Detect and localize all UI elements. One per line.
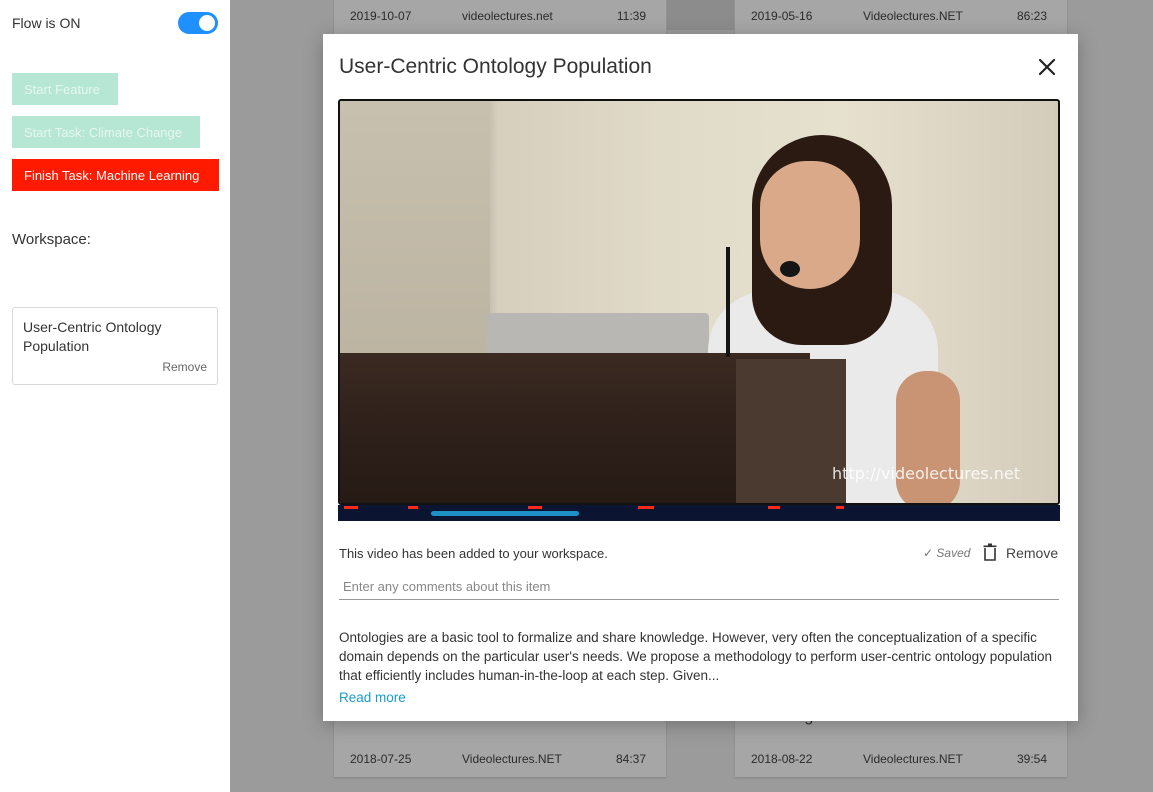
result-card-date: 2018-08-22	[751, 752, 813, 766]
result-card-source: Videolectures.NET	[863, 9, 963, 23]
comments-input[interactable]	[339, 574, 1059, 600]
flow-toggle-knob	[199, 15, 215, 31]
start-task-button[interactable]: Start Task: Climate Change	[12, 116, 200, 148]
video-frame-microphone	[780, 261, 800, 277]
flow-status-label: Flow is ON	[12, 15, 81, 31]
workspace-item-title: User-Centric Ontology Population	[23, 319, 162, 354]
result-card-meta: 2019-10-07 videolectures.net 11:39	[334, 0, 666, 34]
result-card-duration: 39:54	[1016, 752, 1047, 766]
timeline-marker	[344, 506, 358, 509]
timeline-progress-bar[interactable]	[431, 511, 579, 516]
result-card-source: Videolectures.NET	[863, 752, 963, 766]
start-feature-button[interactable]: Start Feature	[12, 73, 118, 105]
video-watermark: http://videolectures.net	[832, 464, 1020, 483]
result-card-meta: 2019-05-16 Videolectures.NET 86:23	[735, 0, 1067, 34]
remove-label: Remove	[1006, 545, 1059, 561]
result-card-source: Videolectures.NET	[462, 752, 562, 766]
video-player[interactable]: http://videolectures.net	[338, 99, 1060, 505]
timeline-marker	[528, 506, 542, 509]
workspace-heading: Workspace:	[12, 231, 91, 248]
result-card-source: videolectures.net	[462, 9, 553, 23]
result-card-meta: 2018-08-22 Videolectures.NET 39:54	[735, 741, 1067, 777]
result-card[interactable]: 2019-05-16 Videolectures.NET 86:23	[735, 0, 1067, 34]
modal-title: User-Centric Ontology Population	[339, 55, 652, 78]
result-card-duration: 84:37	[615, 752, 646, 766]
timeline-marker	[408, 506, 418, 509]
video-frame-podium-side	[736, 359, 846, 503]
workspace-item[interactable]: User-Centric Ontology Population Remove	[12, 307, 218, 385]
video-frame-speaker-arm	[896, 371, 960, 503]
video-detail-modal: User-Centric Ontology Population http://…	[323, 34, 1078, 721]
result-card-date: 2018-07-25	[350, 752, 412, 766]
timeline-marker	[836, 506, 844, 509]
result-card-date: 2019-10-07	[350, 9, 412, 23]
video-timeline[interactable]	[338, 505, 1060, 521]
read-more-link[interactable]: Read more	[339, 690, 406, 705]
timeline-marker	[768, 506, 780, 509]
result-card-date: 2019-05-16	[751, 9, 813, 23]
workspace-item-remove-link[interactable]: Remove	[162, 360, 207, 374]
result-card[interactable]: 2019-10-07 videolectures.net 11:39	[334, 0, 666, 34]
trash-icon	[983, 543, 997, 561]
flow-toggle[interactable]	[178, 12, 218, 34]
video-abstract: Ontologies are a basic tool to formalize…	[339, 630, 1053, 683]
timeline-marker	[638, 506, 654, 509]
saved-status: ✓ Saved	[923, 546, 971, 560]
result-card-meta: 2018-07-25 Videolectures.NET 84:37	[334, 741, 666, 777]
result-card-duration: 11:39	[616, 9, 646, 23]
workspace-added-message: This video has been added to your worksp…	[339, 546, 608, 561]
sidebar: Flow is ON Start Feature Start Task: Cli…	[0, 0, 230, 792]
flow-toggle-row: Flow is ON	[12, 12, 218, 34]
result-thumbnail-strip	[667, 0, 734, 30]
result-card-duration: 86:23	[1016, 9, 1047, 23]
video-frame-microphone-stand	[726, 247, 730, 357]
remove-button[interactable]: Remove	[983, 542, 1061, 564]
close-icon[interactable]	[1034, 54, 1060, 80]
finish-task-button[interactable]: Finish Task: Machine Learning	[12, 159, 219, 191]
video-frame-speaker-face	[760, 161, 860, 289]
